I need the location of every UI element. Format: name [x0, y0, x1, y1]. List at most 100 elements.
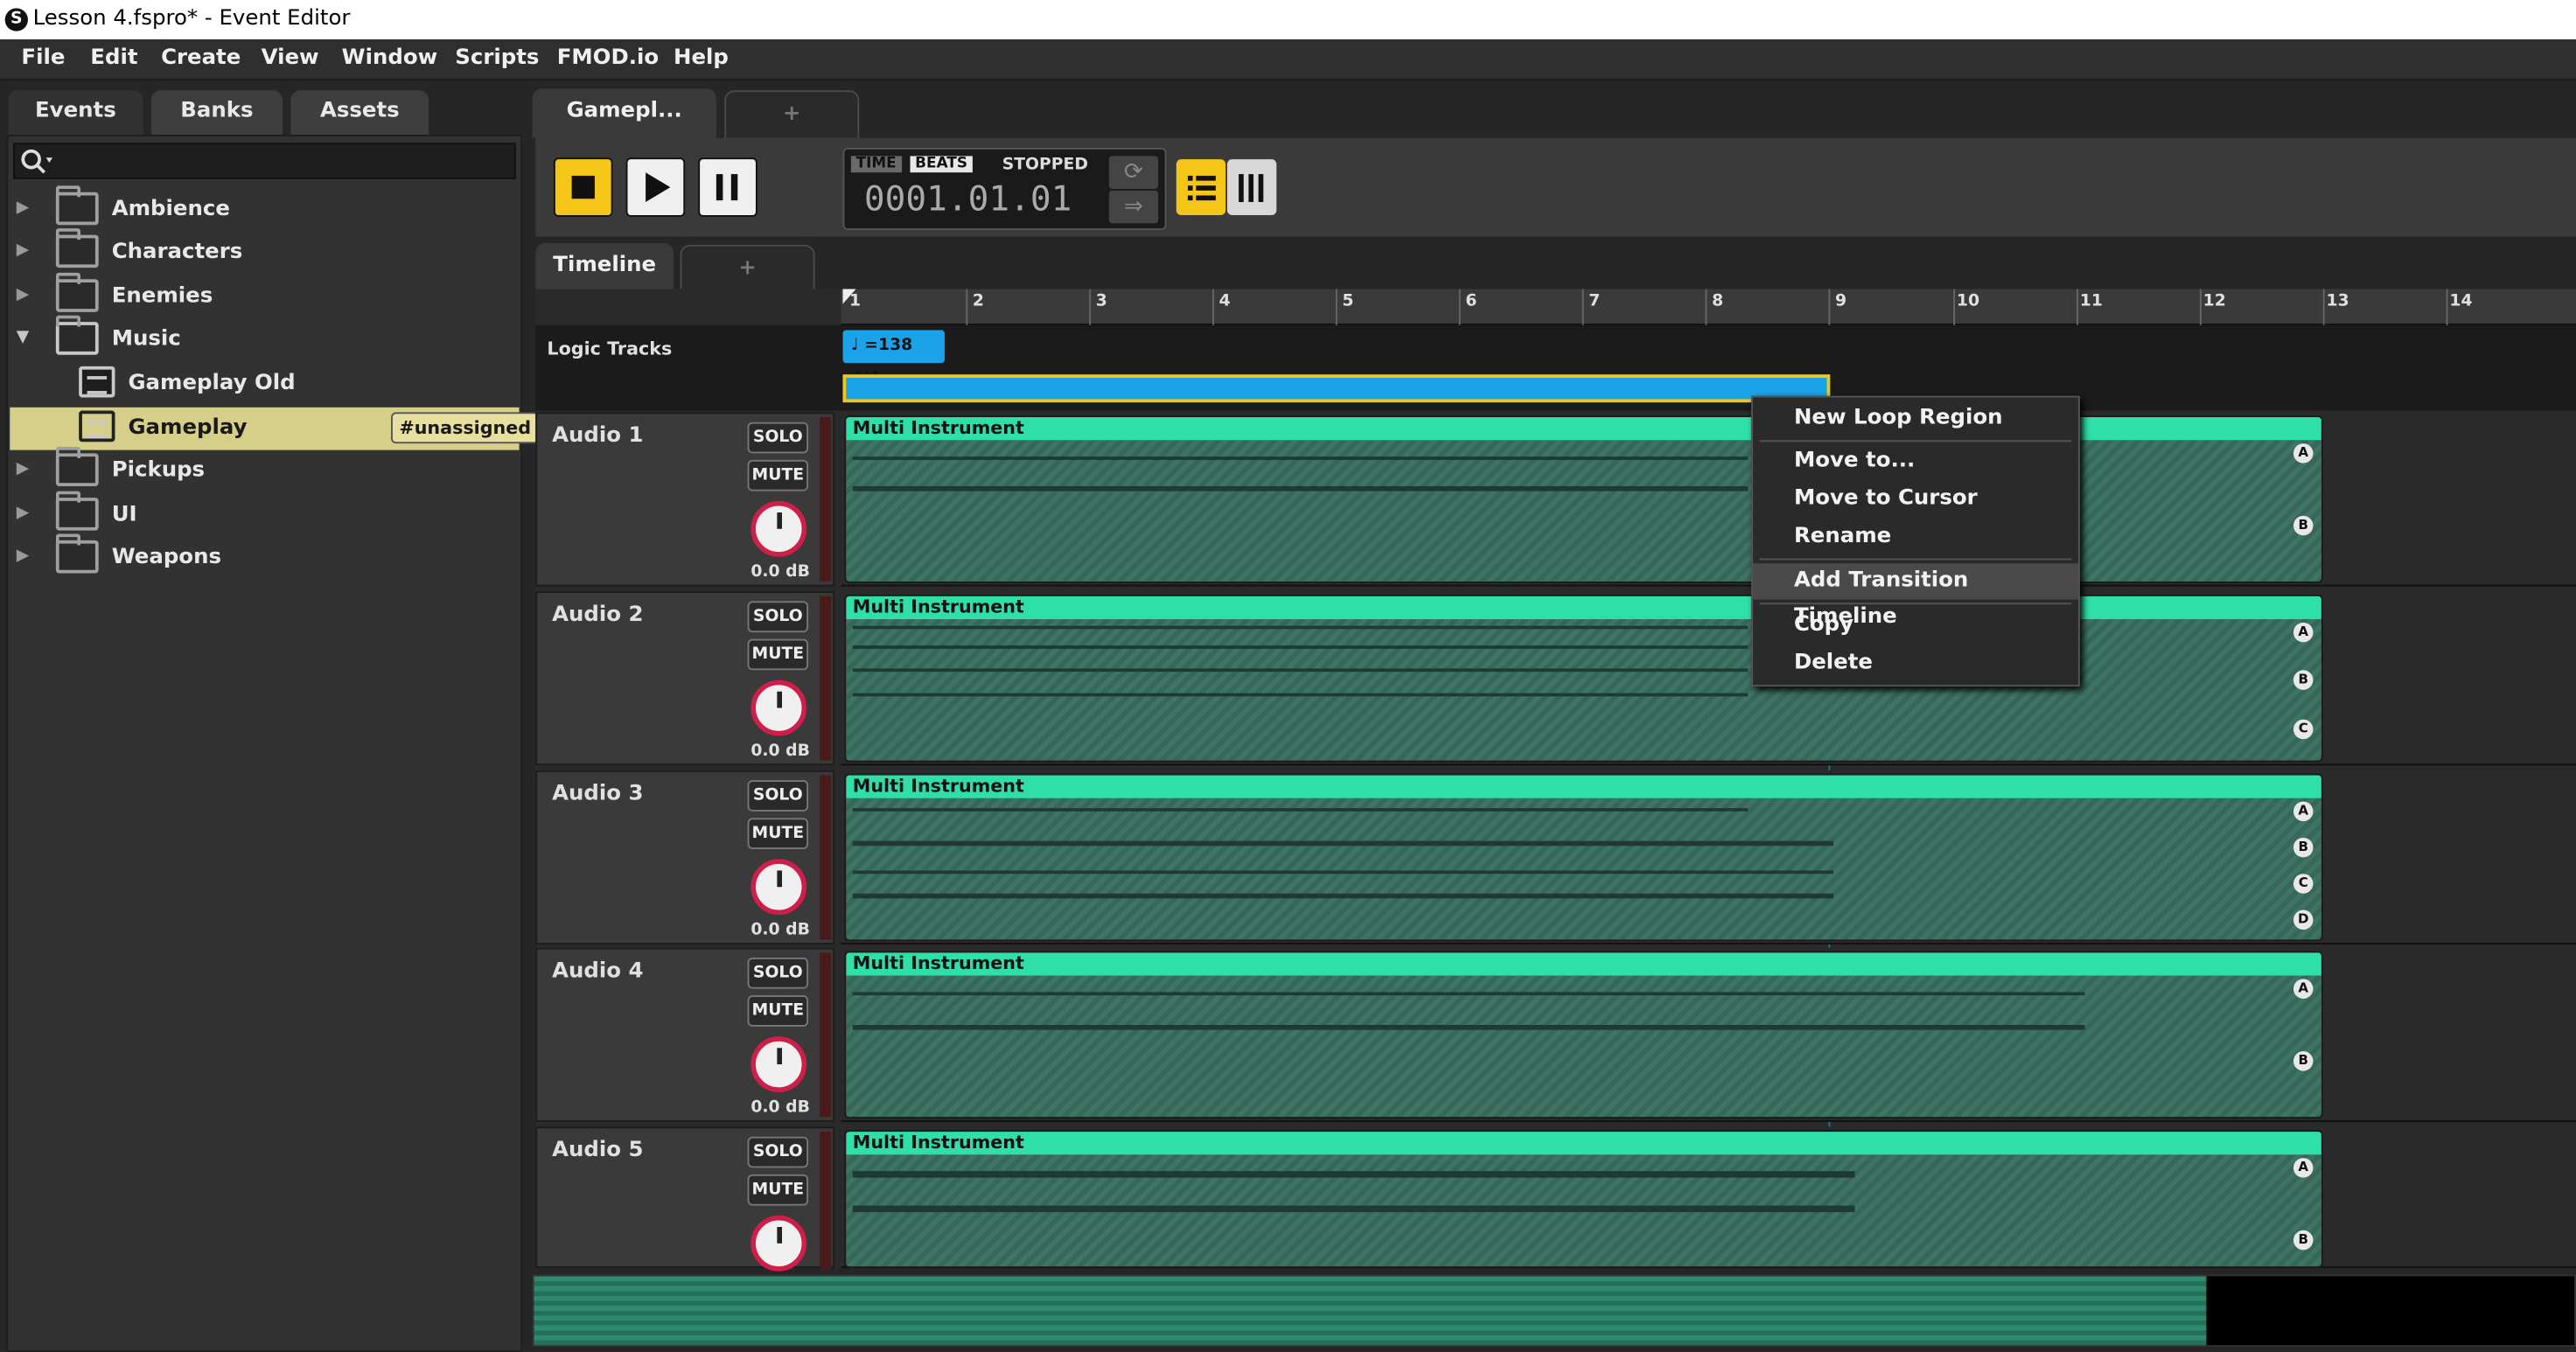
mute-button[interactable]: MUTE — [747, 638, 809, 671]
multi-instrument-region[interactable]: Multi Instrument A B — [844, 415, 2323, 583]
tab-banks[interactable]: Banks — [150, 90, 283, 136]
time-mode-toggle[interactable]: TIME — [850, 156, 902, 173]
tree-item-weapons[interactable]: ▶ Weapons — [10, 533, 519, 580]
volume-knob[interactable] — [750, 859, 807, 916]
menu-file[interactable]: File — [21, 46, 65, 71]
solo-button[interactable]: SOLO — [747, 601, 809, 633]
overview-viewport[interactable] — [534, 1276, 2207, 1346]
play-button[interactable] — [625, 157, 686, 217]
collapse-arrow-icon[interactable]: ▼ — [17, 329, 29, 347]
add-sheet-tab-button[interactable]: + — [680, 244, 815, 295]
ruler-tick: 8 — [1712, 292, 1724, 310]
tree-item-ui[interactable]: ▶ UI — [10, 491, 519, 537]
tab-timeline[interactable]: Timeline — [535, 242, 674, 293]
mute-button[interactable]: MUTE — [747, 818, 809, 850]
pause-button[interactable] — [698, 157, 757, 217]
menu-item-delete[interactable]: Delete — [1753, 645, 2078, 681]
menu-item-add-transition-timeline[interactable]: Add Transition Timeline — [1753, 563, 2078, 629]
instrument-title: Multi Instrument — [846, 952, 2321, 976]
bank-badge[interactable]: #unassigned — [391, 412, 540, 444]
expand-arrow-icon[interactable]: ▶ — [17, 460, 29, 478]
track-header-audio-2[interactable]: Audio 2 SOLO MUTE 0.0 dB — [535, 591, 835, 766]
tree-item-label: Ambience — [111, 197, 230, 222]
search-input[interactable] — [13, 143, 516, 179]
multi-instrument-region[interactable]: Multi Instrument A B — [844, 1130, 2323, 1268]
track-header-audio-3[interactable]: Audio 3 SOLO MUTE 0.0 dB — [535, 770, 835, 944]
pause-icon — [716, 174, 738, 201]
track-lane-audio-2[interactable]: Multi Instrument A B C — [841, 591, 2576, 766]
track-lane-audio-1[interactable]: Multi Instrument A B — [841, 412, 2576, 587]
stop-button[interactable] — [553, 157, 613, 217]
beats-mode-toggle[interactable]: BEATS — [910, 156, 973, 173]
menu-view[interactable]: View — [262, 46, 319, 71]
lane-label: B — [2293, 1051, 2314, 1071]
menu-item-rename[interactable]: Rename — [1753, 519, 2078, 555]
track-lane-audio-4[interactable]: Multi Instrument A B — [841, 947, 2576, 1122]
tree-item-pickups[interactable]: ▶ Pickups — [10, 446, 519, 493]
tree-item-gameplay[interactable]: Gameplay #unassigned — [10, 407, 540, 450]
expand-arrow-icon[interactable]: ▶ — [17, 199, 29, 217]
tab-assets[interactable]: Assets — [290, 90, 429, 136]
tree-item-ambience[interactable]: ▶ Ambience — [10, 185, 519, 232]
track-header-audio-4[interactable]: Audio 4 SOLO MUTE 0.0 dB — [535, 947, 835, 1122]
loop-region[interactable] — [842, 374, 1831, 403]
track-lane-audio-5[interactable]: Multi Instrument A B — [841, 1126, 2576, 1268]
expand-arrow-icon[interactable]: ▶ — [17, 286, 29, 304]
ruler-tick: 5 — [1342, 292, 1354, 310]
menu-edit[interactable]: Edit — [90, 46, 137, 71]
instrument-waveform: A B — [846, 440, 2321, 582]
level-meter — [820, 952, 832, 1118]
tab-events[interactable]: Events — [8, 90, 143, 136]
expand-arrow-icon[interactable]: ▶ — [17, 241, 29, 260]
menu-create[interactable]: Create — [161, 46, 241, 71]
playback-position: 0001.01.01 — [863, 178, 1072, 219]
menu-scripts[interactable]: Scripts — [455, 46, 539, 71]
add-event-tab-button[interactable]: + — [724, 90, 860, 140]
menu-item-move-to-cursor[interactable]: Move to Cursor — [1753, 481, 2078, 517]
multi-instrument-region[interactable]: Multi Instrument A B C — [844, 594, 2323, 763]
timeline-ruler[interactable]: 1 2 3 4 5 6 7 8 9 10 11 12 13 14 — [841, 289, 2576, 325]
expand-arrow-icon[interactable]: ▶ — [17, 505, 29, 523]
mute-button[interactable]: MUTE — [747, 459, 809, 491]
track-header-audio-5[interactable]: Audio 5 SOLO MUTE — [535, 1126, 835, 1272]
solo-button[interactable]: SOLO — [747, 1136, 809, 1168]
timeline-overview[interactable] — [532, 1274, 2576, 1348]
level-meter — [820, 1132, 832, 1270]
volume-knob[interactable] — [750, 1215, 807, 1272]
expand-arrow-icon[interactable]: ▶ — [17, 547, 29, 565]
mixer-view-button[interactable] — [1227, 159, 1277, 216]
mute-button[interactable]: MUTE — [747, 1174, 809, 1206]
menu-help[interactable]: Help — [674, 46, 729, 71]
tree-item-music[interactable]: ▼ Music — [10, 315, 519, 361]
volume-knob[interactable] — [750, 1036, 807, 1092]
multi-instrument-region[interactable]: Multi Instrument A B C D — [844, 773, 2323, 942]
menu-item-new-loop-region[interactable]: New Loop Region — [1753, 401, 2078, 436]
menu-fmodio[interactable]: FMOD.io — [557, 46, 659, 71]
level-meter — [820, 417, 832, 582]
tempo-marker[interactable]: ♩ =138 4/4 — [842, 330, 945, 387]
solo-button[interactable]: SOLO — [747, 957, 809, 989]
ruler-tick: 3 — [1095, 292, 1107, 310]
tree-item-characters[interactable]: ▶ Characters — [10, 228, 519, 275]
menu-item-copy[interactable]: Copy — [1753, 608, 2078, 644]
tree-item-gameplay-old[interactable]: Gameplay Old — [10, 363, 519, 406]
volume-knob[interactable] — [750, 679, 807, 736]
track-lane-audio-3[interactable]: Multi Instrument A B C D — [841, 770, 2576, 944]
tree-item-enemies[interactable]: ▶ Enemies — [10, 272, 519, 319]
solo-button[interactable]: SOLO — [747, 780, 809, 812]
ruler-tick: 10 — [1956, 292, 1980, 310]
playhead-icon[interactable] — [841, 289, 858, 310]
volume-knob[interactable] — [750, 500, 807, 557]
mute-button[interactable]: MUTE — [747, 995, 809, 1027]
search-icon[interactable] — [20, 146, 56, 176]
tree-item-label: Weapons — [111, 545, 221, 570]
track-header-audio-1[interactable]: Audio 1 SOLO MUTE 0.0 dB — [535, 412, 835, 587]
loop-toggle-icon[interactable]: ⟳ — [1108, 156, 1159, 189]
follow-cursor-icon[interactable]: ⇒ — [1108, 190, 1159, 224]
deck-view-button[interactable] — [1176, 159, 1226, 216]
menu-window[interactable]: Window — [342, 46, 437, 71]
menu-item-move-to[interactable]: Move to... — [1753, 443, 2078, 479]
multi-instrument-region[interactable]: Multi Instrument A B — [844, 951, 2323, 1119]
solo-button[interactable]: SOLO — [747, 422, 809, 454]
tab-event-gameplay[interactable]: Gamepl... — [532, 88, 716, 138]
